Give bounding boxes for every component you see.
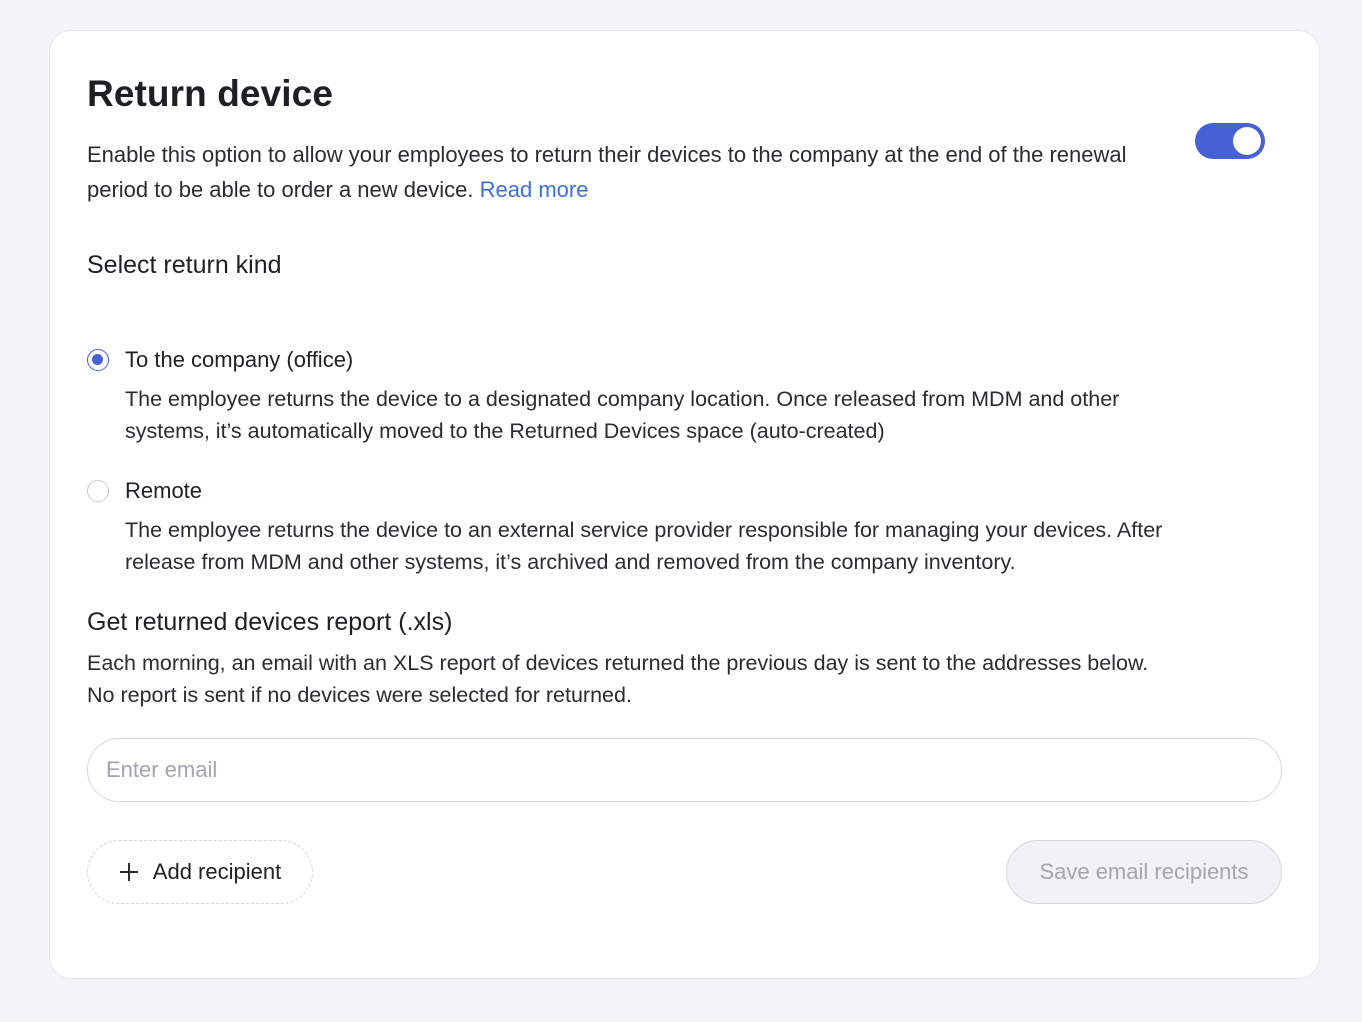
radio-option-remote[interactable]: Remote <box>87 478 202 504</box>
radio-button-remote[interactable] <box>87 480 109 502</box>
add-recipient-button[interactable]: Add recipient <box>87 840 313 904</box>
report-description: Each morning, an email with an XLS repor… <box>87 647 1287 711</box>
radio-description-remote: The employee returns the device to an ex… <box>125 518 1163 574</box>
return-device-card: Return device Enable this option to allo… <box>49 30 1320 979</box>
return-device-toggle[interactable] <box>1195 123 1265 159</box>
radio-description-office: The employee returns the device to a des… <box>125 387 1120 443</box>
add-recipient-label: Add recipient <box>152 859 282 884</box>
plus-icon <box>119 862 139 882</box>
radio-option-office[interactable]: To the company (office) <box>87 347 353 373</box>
card-content: Return device Enable this option to allo… <box>87 31 1282 978</box>
read-more-link[interactable]: Read more <box>480 177 589 202</box>
report-description-line2: No report is sent if no devices were sel… <box>87 683 632 707</box>
description-text: Enable this option to allow your employe… <box>87 142 1127 202</box>
toggle-knob <box>1233 127 1261 155</box>
return-device-description: Enable this option to allow your employe… <box>87 137 1147 207</box>
email-input[interactable] <box>87 738 1282 802</box>
radio-button-office[interactable] <box>87 349 109 371</box>
return-kind-heading: Select return kind <box>87 251 282 279</box>
save-email-recipients-button[interactable]: Save email recipients <box>1006 840 1282 904</box>
radio-label-remote: Remote <box>125 478 203 503</box>
report-heading: Get returned devices report (.xls) <box>87 608 453 636</box>
report-description-line1: Each morning, an email with an XLS repor… <box>87 651 1149 675</box>
radio-label-office: To the company (office) <box>125 347 354 372</box>
page-title: Return device <box>87 73 333 114</box>
